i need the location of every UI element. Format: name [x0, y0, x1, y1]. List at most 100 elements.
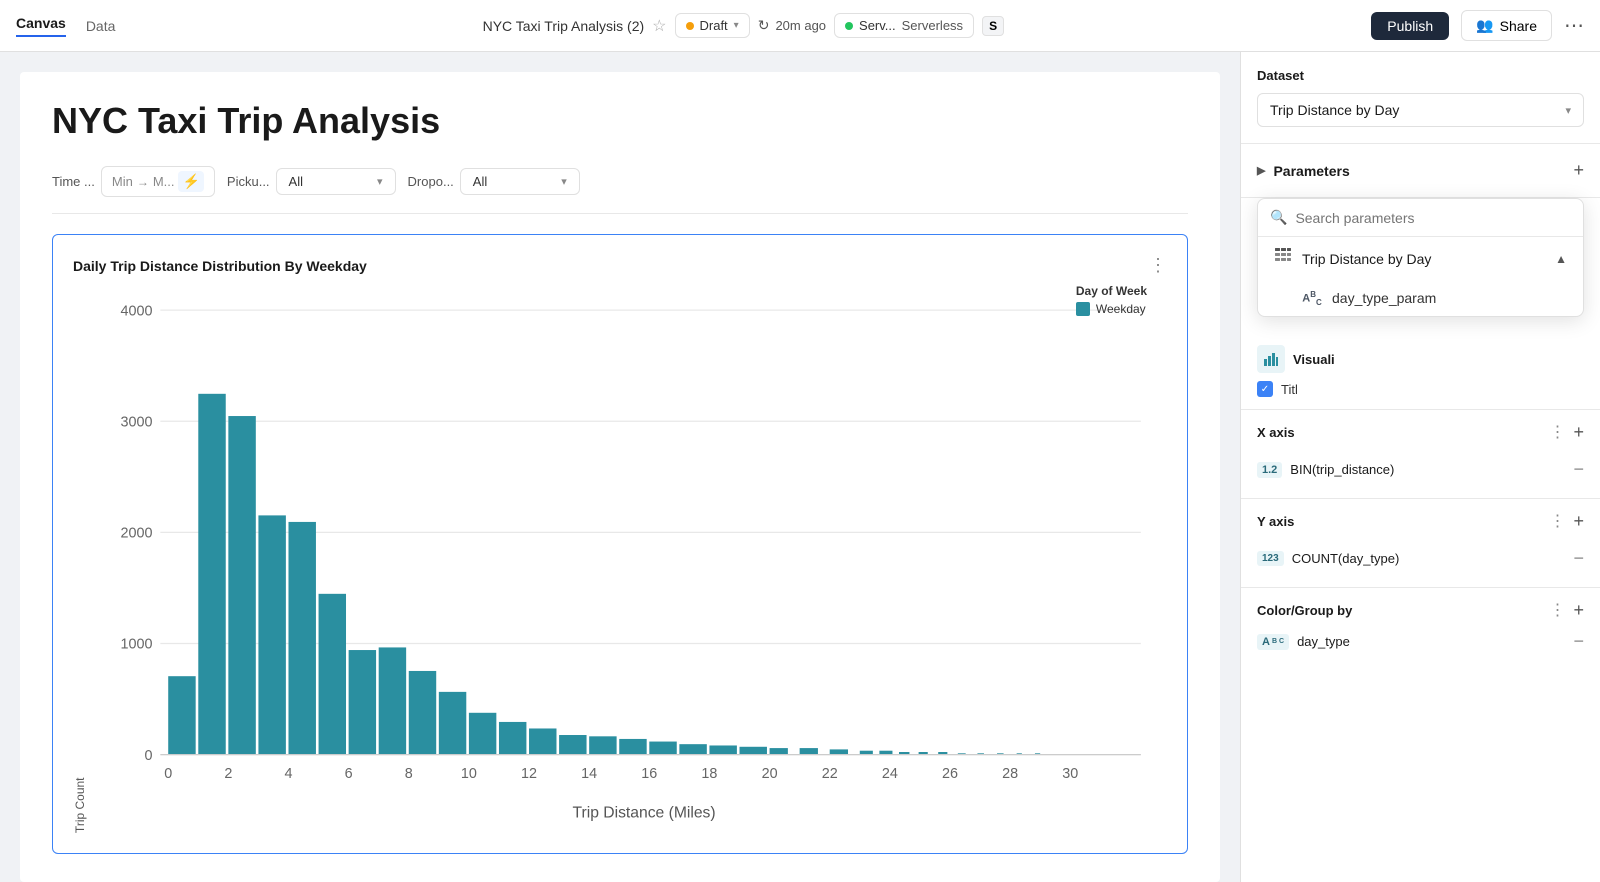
more-button[interactable]: ⋯: [1564, 13, 1584, 38]
serverless-label: Serverless: [902, 18, 963, 33]
bar-22: [830, 749, 848, 754]
bar-8: [409, 671, 436, 755]
svg-text:6: 6: [345, 766, 353, 782]
draft-chevron-icon: ▾: [734, 20, 739, 31]
tab-canvas[interactable]: Canvas: [16, 15, 66, 37]
bar-18: [709, 745, 736, 754]
color-more-icon[interactable]: ⋮: [1549, 600, 1565, 621]
y-axis-header: Y axis ⋮ +: [1257, 511, 1584, 532]
filter-dropoff-value: All: [473, 174, 487, 189]
chart-body: Trip Count Day of Week Weekday: [73, 284, 1167, 833]
params-add-icon[interactable]: +: [1573, 160, 1584, 181]
filter-pickup-select[interactable]: All ▾: [276, 168, 396, 195]
dropdown-sub-item[interactable]: ABC day_type_param: [1258, 280, 1583, 316]
svg-text:18: 18: [701, 766, 717, 782]
svg-text:30: 30: [1062, 766, 1078, 782]
color-abc-badge: ABC: [1257, 634, 1289, 650]
filter-max: M...: [153, 174, 175, 189]
chart-inner: Day of Week Weekday: [95, 284, 1167, 833]
y-axis-plus-icon[interactable]: +: [1573, 511, 1584, 532]
dataset-label: Dataset: [1257, 68, 1584, 83]
filter-dropoff-select[interactable]: All ▾: [460, 168, 580, 195]
bar-10: [469, 713, 496, 755]
svg-text:2: 2: [224, 766, 232, 782]
share-icon: 👥: [1476, 17, 1493, 34]
svg-text:16: 16: [641, 766, 657, 782]
sub-item-label: day_type_param: [1332, 290, 1436, 306]
chart-more-icon[interactable]: ⋮: [1149, 255, 1167, 276]
legend-color-swatch: [1076, 302, 1090, 316]
x-axis-more-icon[interactable]: ⋮: [1549, 422, 1565, 443]
viz-section: Visuali ✓ Titl: [1241, 333, 1600, 410]
viz-label: Visuali: [1293, 352, 1584, 367]
tab-data[interactable]: Data: [86, 18, 116, 34]
bar-14: [589, 736, 616, 754]
chart-bar-icon: [1257, 345, 1285, 373]
svg-text:26: 26: [942, 766, 958, 782]
x-axis-item: 1.2 BIN(trip_distance) −: [1257, 453, 1584, 486]
draft-dot: [686, 22, 694, 30]
params-label: Parameters: [1273, 163, 1349, 179]
parameters-section: ▶ Parameters +: [1241, 144, 1600, 198]
color-plus-icon[interactable]: +: [1573, 600, 1584, 621]
dataset-section: Dataset Trip Distance by Day ▾: [1241, 52, 1600, 144]
checkbox-row: ✓ Titl: [1257, 381, 1584, 397]
share-button[interactable]: 👥 Share: [1461, 10, 1552, 41]
y-axis-item-label: COUNT(day_type): [1292, 551, 1566, 566]
bar-6: [349, 650, 376, 755]
y-axis-item: 123 COUNT(day_type) −: [1257, 542, 1584, 575]
color-item: ABC day_type −: [1257, 631, 1584, 652]
bar-9: [439, 692, 466, 755]
svg-text:3000: 3000: [121, 414, 153, 430]
x-axis-remove-icon[interactable]: −: [1573, 459, 1584, 480]
filter-arrow-icon: →: [137, 175, 149, 189]
title-checkbox[interactable]: ✓: [1257, 381, 1273, 397]
server-dot: [845, 22, 853, 30]
publish-button[interactable]: Publish: [1371, 12, 1449, 40]
color-header: Color/Group by ⋮ +: [1257, 600, 1584, 621]
dataset-dropdown[interactable]: Trip Distance by Day ▾: [1257, 93, 1584, 127]
bar-chart-svg: 4000 3000 2000 1000 0: [95, 284, 1167, 833]
svg-text:28: 28: [1002, 766, 1018, 782]
search-input[interactable]: [1295, 210, 1571, 226]
refresh-time: 20m ago: [775, 18, 826, 33]
refresh-button[interactable]: ↻ 20m ago: [758, 17, 826, 34]
bar-11: [499, 722, 526, 755]
filter-time: Time ... Min → M... ⚡: [52, 166, 215, 197]
legend-label: Weekday: [1096, 302, 1146, 316]
star-icon[interactable]: ☆: [652, 16, 666, 36]
server-button[interactable]: Serv... Serverless: [834, 13, 974, 38]
params-toggle[interactable]: ▶ Parameters: [1257, 163, 1350, 179]
x-axis-plus-icon[interactable]: +: [1573, 422, 1584, 443]
color-group-title: Color/Group by: [1257, 603, 1352, 618]
y-axis-more-icon[interactable]: ⋮: [1549, 511, 1565, 532]
y-axis-title: Y axis: [1257, 514, 1294, 529]
chart-legend: Day of Week Weekday: [1076, 284, 1147, 316]
share-label: Share: [1500, 18, 1537, 34]
color-remove-icon[interactable]: −: [1573, 631, 1584, 652]
svg-text:8: 8: [405, 766, 413, 782]
x-axis-type-badge: 1.2: [1257, 462, 1282, 478]
serverless-s-button[interactable]: S: [982, 16, 1004, 36]
dropdown-item-label: Trip Distance by Day: [1302, 251, 1545, 267]
filter-dropoff: Dropo... All ▾: [408, 166, 580, 197]
filter-min: Min: [112, 174, 133, 189]
svg-text:Trip Distance (Miles): Trip Distance (Miles): [573, 804, 716, 821]
refresh-icon: ↻: [758, 17, 770, 34]
color-actions: ⋮ +: [1549, 600, 1584, 621]
dropdown-trip-distance-item[interactable]: Trip Distance by Day ▲: [1258, 237, 1583, 280]
lightning-icon: ⚡: [178, 171, 203, 192]
y-axis-label: Trip Count: [73, 284, 87, 833]
bar-5: [319, 594, 346, 755]
search-icon: 🔍: [1270, 209, 1287, 226]
y-axis-remove-icon[interactable]: −: [1573, 548, 1584, 569]
bar-19: [740, 747, 767, 755]
draft-button[interactable]: Draft ▾: [675, 13, 750, 38]
filter-time-range[interactable]: Min → M... ⚡: [101, 166, 215, 197]
filter-row: Time ... Min → M... ⚡ Picku... All ▾: [52, 166, 1188, 214]
filter-pickup: Picku... All ▾: [227, 166, 396, 197]
params-chevron-icon: ▶: [1257, 164, 1265, 177]
search-dropdown: 🔍 Trip Dist: [1257, 198, 1584, 317]
svg-text:24: 24: [882, 766, 898, 782]
bar-13: [559, 735, 586, 755]
